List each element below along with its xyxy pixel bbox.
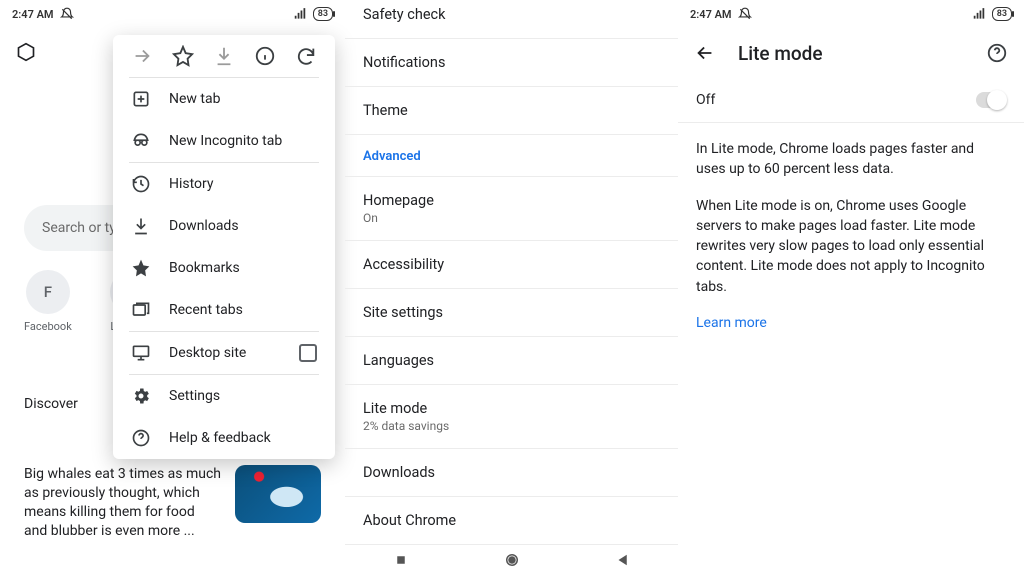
shortcut-chip: F (26, 270, 70, 314)
status-bar: 2:47 AM 83 (0, 0, 345, 28)
plus-square-icon (131, 89, 151, 109)
nav-recent-icon[interactable] (392, 551, 410, 569)
settings-downloads[interactable]: Downloads (345, 449, 678, 497)
lite-mode-p1: In Lite mode, Chrome loads pages faster … (696, 139, 1006, 180)
help-icon[interactable] (986, 42, 1008, 64)
menu-incognito[interactable]: New Incognito tab (113, 120, 335, 162)
status-time: 2:47 AM (12, 8, 54, 21)
battery-icon: 83 (992, 7, 1012, 21)
shortcut-label: Facebook (24, 320, 72, 333)
lite-mode-header: Lite mode (678, 28, 1024, 78)
settings-homepage[interactable]: Homepage On (345, 177, 678, 241)
settings-section-advanced: Advanced (345, 135, 678, 177)
page-title: Lite mode (738, 42, 964, 65)
status-bar: 2:47 AM 83 (678, 0, 1024, 28)
settings-lite-mode[interactable]: Lite mode 2% data savings (345, 385, 678, 449)
menu-settings[interactable]: Settings (113, 375, 335, 417)
lite-mode-switch[interactable] (976, 92, 1006, 108)
download-icon (213, 45, 235, 67)
back-arrow-icon[interactable] (694, 42, 716, 64)
menu-bookmarks[interactable]: Bookmarks (113, 247, 335, 289)
settings-notifications[interactable]: Notifications (345, 39, 678, 87)
article-text: Big whales eat 3 times as much as previo… (24, 465, 221, 541)
menu-label: History (169, 176, 214, 192)
desktop-icon (131, 343, 151, 363)
shortcut-facebook[interactable]: F Facebook (24, 270, 72, 333)
settings-about[interactable]: About Chrome (345, 497, 678, 545)
menu-icon-row (113, 35, 335, 77)
dnd-icon (738, 7, 752, 21)
android-nav-bar (345, 551, 678, 569)
gear-icon (131, 386, 151, 406)
download-underline-icon (131, 216, 151, 236)
chrome-overflow-menu: New tab New Incognito tab History Downlo… (113, 35, 335, 459)
help-icon (131, 428, 151, 448)
menu-desktop-site[interactable]: Desktop site (113, 332, 335, 374)
settings-accessibility[interactable]: Accessibility (345, 241, 678, 289)
chrome-new-tab-pane: 2:47 AM 83 Search or type F Facebook L L… (0, 0, 345, 575)
menu-label: Bookmarks (169, 260, 240, 276)
lite-mode-description: In Lite mode, Chrome loads pages faster … (678, 123, 1024, 349)
menu-history[interactable]: History (113, 163, 335, 205)
menu-help[interactable]: Help & feedback (113, 417, 335, 459)
nav-home-icon[interactable] (503, 551, 521, 569)
settings-languages[interactable]: Languages (345, 337, 678, 385)
chrome-settings-pane: Safety check Notifications Theme Advance… (345, 0, 678, 575)
menu-recent-tabs[interactable]: Recent tabs (113, 289, 335, 331)
battery-icon: 83 (313, 7, 333, 21)
star-fill-icon (131, 258, 151, 278)
signal-icon (293, 7, 307, 21)
menu-label: New tab (169, 91, 220, 107)
history-icon (131, 174, 151, 194)
settings-site-settings[interactable]: Site settings (345, 289, 678, 337)
incognito-icon (131, 131, 151, 151)
menu-label: Help & feedback (169, 430, 271, 446)
desktop-site-checkbox[interactable] (299, 344, 317, 362)
lite-mode-toggle-row[interactable]: Off (678, 78, 1024, 123)
forward-icon (131, 45, 153, 67)
lite-mode-state: Off (696, 92, 715, 108)
settings-list: Safety check Notifications Theme Advance… (345, 0, 678, 545)
star-icon[interactable] (172, 45, 194, 67)
menu-label: Desktop site (169, 345, 281, 361)
dnd-icon (60, 7, 74, 21)
learn-more-link[interactable]: Learn more (696, 315, 767, 331)
nav-back-icon[interactable] (614, 551, 632, 569)
article-thumbnail (235, 465, 321, 523)
signal-icon (972, 7, 986, 21)
lite-mode-pane: 2:47 AM 83 Lite mode Off In Lite mode, C… (678, 0, 1024, 575)
settings-theme[interactable]: Theme (345, 87, 678, 135)
menu-label: New Incognito tab (169, 133, 282, 149)
lite-mode-p2: When Lite mode is on, Chrome uses Google… (696, 196, 1006, 297)
menu-downloads[interactable]: Downloads (113, 205, 335, 247)
recent-tabs-icon (131, 300, 151, 320)
menu-label: Recent tabs (169, 302, 243, 318)
settings-safety-check[interactable]: Safety check (345, 0, 678, 39)
status-time: 2:47 AM (690, 8, 732, 21)
menu-label: Downloads (169, 218, 239, 234)
discover-article[interactable]: Big whales eat 3 times as much as previo… (24, 465, 321, 541)
refresh-icon[interactable] (295, 45, 317, 67)
home-icon[interactable] (16, 42, 36, 62)
menu-label: Settings (169, 388, 220, 404)
discover-heading: Discover (24, 396, 78, 412)
menu-new-tab[interactable]: New tab (113, 78, 335, 120)
info-icon[interactable] (254, 45, 276, 67)
